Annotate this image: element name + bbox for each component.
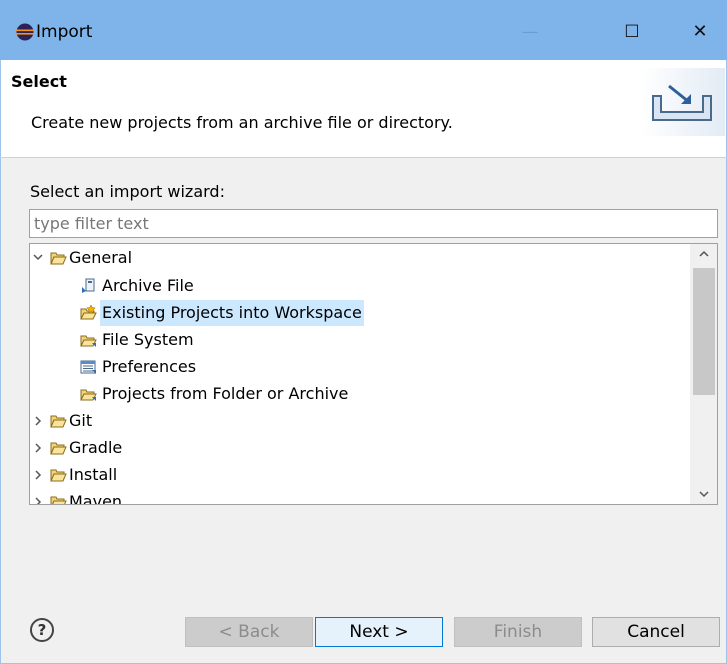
wizard-header: Select Create new projects from an archi… [0,60,727,158]
tree-item-install[interactable]: Install [30,462,690,488]
tree-item-git[interactable]: Git [30,408,690,434]
tree-item-preferences[interactable]: Preferences [30,354,690,380]
tree-item-file-system[interactable]: File System [30,327,690,353]
back-button[interactable]: < Back [185,617,313,647]
chevron-right-icon[interactable] [32,408,44,434]
tree-item-label: Archive File [102,276,194,295]
scrollbar-thumb[interactable] [693,268,715,395]
open-folder-icon [50,496,67,504]
tree-item-label: Projects from Folder or Archive [102,384,349,403]
close-button[interactable]: ✕ [680,20,720,44]
file-system-icon [80,335,97,347]
tree-item-label: Maven [69,492,123,505]
existing-projects-icon [80,305,97,320]
tree-item-label: Existing Projects into Workspace [100,300,364,326]
chevron-down-icon[interactable] [32,245,44,271]
title-bar: Import — ☐ ✕ [0,0,727,60]
scroll-up-icon[interactable] [690,244,717,264]
tree-item-existing-projects[interactable]: Existing Projects into Workspace [30,300,690,326]
scroll-down-icon[interactable] [690,484,717,504]
tree-item-maven[interactable]: Maven [30,489,690,505]
maximize-button[interactable]: ☐ [612,20,652,44]
tree-item-label: Install [69,465,118,484]
page-title: Select [11,72,67,91]
tree-item-archive-file[interactable]: Archive File [30,273,690,299]
preferences-icon [80,360,96,374]
tree-item-label: Preferences [102,357,197,376]
tree-item-gradle[interactable]: Gradle [30,435,690,461]
projects-folder-icon [80,389,97,401]
open-folder-icon [50,442,67,455]
tree-item-projects-from-folder[interactable]: Projects from Folder or Archive [30,381,690,407]
tree-item-label: Gradle [69,438,123,457]
archive-file-icon [82,278,95,293]
open-folder-icon [50,469,67,482]
import-banner-icon [641,68,725,136]
finish-button[interactable]: Finish [454,617,582,647]
help-icon[interactable]: ? [30,618,54,642]
eclipse-icon [16,23,34,41]
chevron-right-icon[interactable] [32,489,44,504]
wizard-tree[interactable]: General Archive File Existing Projects i… [29,243,718,505]
filter-input[interactable] [29,209,718,238]
tree-item-label: General [69,248,133,267]
page-description: Create new projects from an archive file… [31,113,453,132]
open-folder-icon [50,252,67,265]
next-button[interactable]: Next > [315,617,443,647]
open-folder-icon [50,415,67,428]
tree-item-label: Git [69,411,93,430]
cancel-button[interactable]: Cancel [592,617,720,647]
import-wizard-label: Select an import wizard: [30,182,225,201]
window-title: Import [36,22,93,42]
tree-item-general[interactable]: General [30,245,690,271]
minimize-button[interactable]: — [510,20,550,44]
tree-scrollbar[interactable] [690,244,717,504]
chevron-right-icon[interactable] [32,435,44,461]
tree-item-label: File System [102,330,194,349]
chevron-right-icon[interactable] [32,462,44,488]
